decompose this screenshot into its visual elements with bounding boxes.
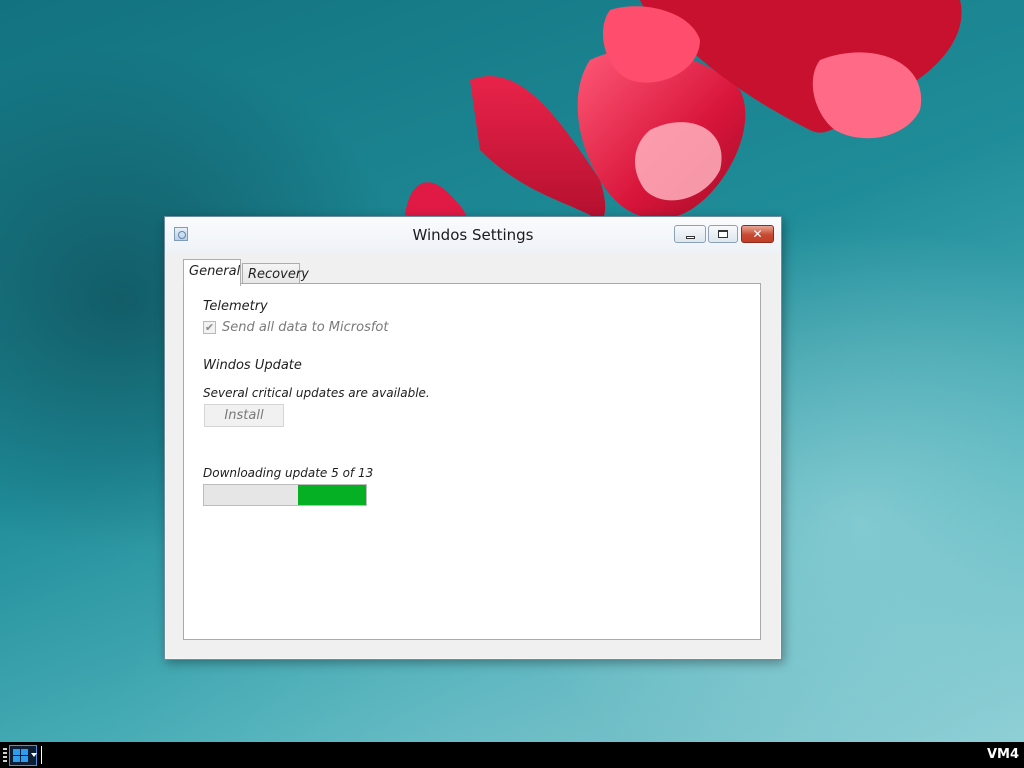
tab-general[interactable]: General bbox=[183, 259, 241, 286]
telemetry-checkbox-label: Send all data to Microsfot bbox=[222, 320, 389, 335]
taskbar: VM4 bbox=[0, 742, 1024, 768]
close-icon: ✕ bbox=[752, 227, 763, 241]
windos-update-heading: Windos Update bbox=[203, 358, 302, 373]
progress-fill bbox=[297, 485, 366, 505]
start-button[interactable] bbox=[9, 745, 37, 766]
taskbar-grip[interactable] bbox=[3, 748, 7, 764]
close-button[interactable]: ✕ bbox=[741, 225, 774, 243]
chevron-down-icon bbox=[31, 753, 37, 757]
title-bar[interactable]: Windos Settings ✕ bbox=[165, 217, 781, 253]
install-button[interactable]: Install bbox=[204, 404, 284, 427]
minimize-button[interactable] bbox=[674, 225, 706, 243]
vm-label: VM4 bbox=[986, 747, 1019, 762]
general-tab-panel: Telemetry ✔ Send all data to Microsfot W… bbox=[183, 283, 761, 640]
settings-window: Windos Settings ✕ General Recovery Telem… bbox=[164, 216, 782, 660]
maximize-button[interactable] bbox=[708, 225, 738, 243]
download-progress-bar bbox=[203, 484, 367, 506]
update-available-message: Several critical updates are available. bbox=[203, 386, 430, 400]
tab-recovery[interactable]: Recovery bbox=[242, 263, 309, 285]
download-status-text: Downloading update 5 of 13 bbox=[203, 466, 374, 480]
minimize-icon bbox=[685, 235, 695, 239]
maximize-icon bbox=[718, 230, 728, 238]
taskbar-separator bbox=[41, 746, 42, 764]
windows-logo-icon bbox=[13, 749, 28, 762]
telemetry-checkbox[interactable]: ✔ bbox=[203, 321, 216, 334]
checkmark-icon: ✔ bbox=[204, 321, 215, 334]
telemetry-heading: Telemetry bbox=[203, 299, 268, 314]
